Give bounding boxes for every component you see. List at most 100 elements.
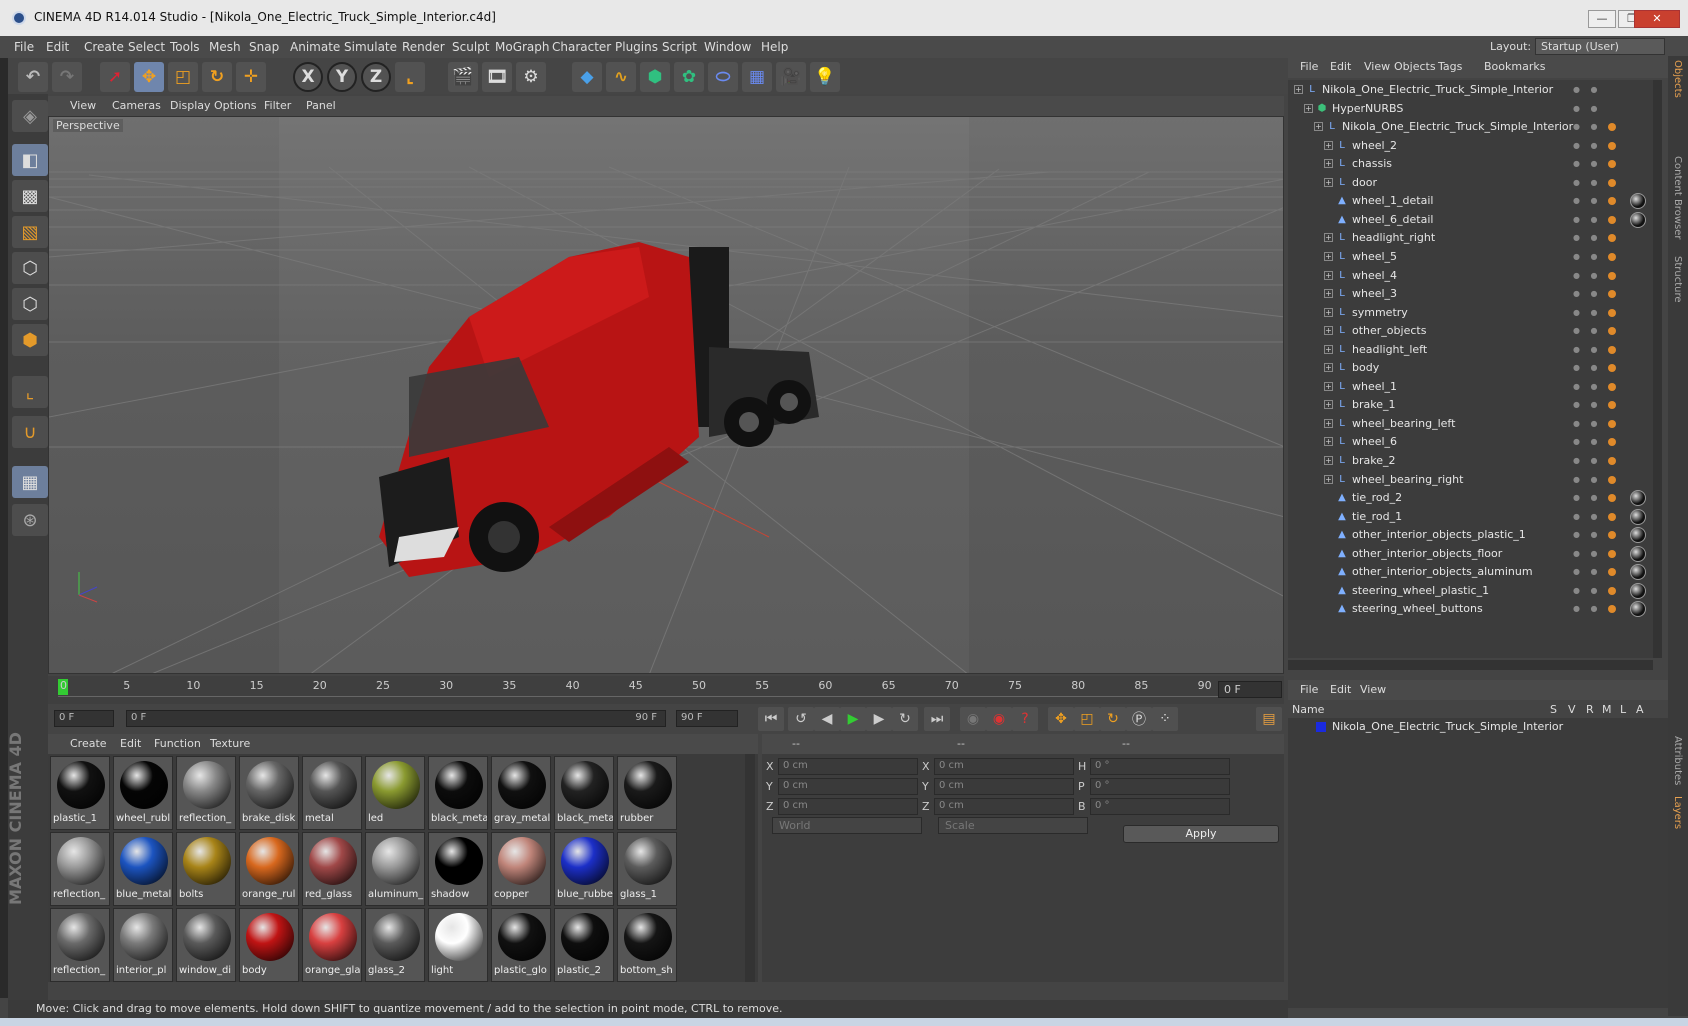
layer-menu-edit[interactable]: Edit xyxy=(1330,683,1351,696)
object-name[interactable]: steering_wheel_plastic_1 xyxy=(1352,584,1489,597)
menu-sculpt[interactable]: Sculpt xyxy=(452,40,489,54)
object-row[interactable]: ▲ other_interior_objects_plastic_1 ● ● xyxy=(1288,525,1653,545)
objects-menu-edit[interactable]: Edit xyxy=(1330,60,1351,73)
object-name[interactable]: tie_rod_2 xyxy=(1352,491,1402,504)
object-name[interactable]: chassis xyxy=(1352,157,1392,170)
material-swatch[interactable]: red_glass xyxy=(302,832,362,906)
object-list-hscrollbar[interactable] xyxy=(1288,660,1653,670)
visibility-dots[interactable]: ● ● xyxy=(1573,159,1602,168)
object-row[interactable]: + Lother_objects ● ● xyxy=(1288,321,1653,341)
expand-toggle-icon[interactable]: + xyxy=(1324,400,1333,410)
redo-icon[interactable]: ↷ xyxy=(52,62,82,92)
visibility-dots[interactable]: ● ● xyxy=(1573,196,1602,205)
expand-toggle-icon[interactable]: + xyxy=(1324,344,1333,354)
material-swatch[interactable]: reflection_ xyxy=(176,756,236,830)
object-row[interactable]: ▲ wheel_6_detail ● ● xyxy=(1288,210,1653,230)
rotate-icon[interactable]: ↻ xyxy=(202,62,232,92)
visibility-dots[interactable]: ● ● xyxy=(1573,326,1602,335)
menu-script[interactable]: Script xyxy=(662,40,697,54)
object-name[interactable]: other_interior_objects_plastic_1 xyxy=(1352,528,1526,541)
material-tag-icon[interactable] xyxy=(1630,193,1646,210)
texture-mode-icon[interactable]: ▩ xyxy=(12,180,48,212)
object-name[interactable]: wheel_2 xyxy=(1352,139,1397,152)
scale-icon[interactable]: ◰ xyxy=(168,62,198,92)
object-row[interactable]: + Lwheel_3 ● ● xyxy=(1288,284,1653,304)
phong-tag-icon[interactable] xyxy=(1608,290,1616,299)
material-swatch[interactable]: blue_metal xyxy=(113,832,173,906)
key-parameter-icon[interactable]: Ⓟ xyxy=(1126,707,1152,731)
render-settings-icon[interactable]: ⚙ xyxy=(516,62,546,92)
expand-toggle-icon[interactable]: + xyxy=(1324,140,1333,150)
z-axis-lock-icon[interactable]: Z xyxy=(361,62,391,92)
viewport-menu-view[interactable]: View xyxy=(70,99,96,112)
visibility-dots[interactable]: ● ● xyxy=(1573,437,1602,446)
phong-tag-icon[interactable] xyxy=(1608,252,1616,261)
object-name[interactable]: wheel_5 xyxy=(1352,250,1397,263)
object-row[interactable]: ▲ other_interior_objects_aluminum ● ● xyxy=(1288,562,1653,582)
phong-tag-icon[interactable] xyxy=(1608,271,1616,280)
object-name[interactable]: wheel_bearing_left xyxy=(1352,417,1455,430)
visibility-dots[interactable]: ● ● xyxy=(1573,178,1602,187)
object-row[interactable]: ▲ steering_wheel_buttons ● ● xyxy=(1288,599,1653,619)
coord-value-field[interactable]: 0 cm xyxy=(778,778,918,795)
phong-tag-icon[interactable] xyxy=(1608,234,1616,243)
close-button[interactable]: ✕ xyxy=(1634,10,1680,28)
menu-snap[interactable]: Snap xyxy=(249,40,279,54)
material-tag-icon[interactable] xyxy=(1630,508,1646,525)
material-swatch[interactable]: reflection_ xyxy=(50,908,110,982)
visibility-dots[interactable]: ● ● xyxy=(1573,215,1602,224)
material-swatch[interactable]: reflection_ xyxy=(50,832,110,906)
object-row[interactable]: + Lbrake_1 ● ● xyxy=(1288,395,1653,415)
keyframe-selection-icon[interactable]: ? xyxy=(1012,707,1038,731)
menu-plugins[interactable]: Plugins xyxy=(615,40,658,54)
next-frame-icon[interactable]: ▶ xyxy=(866,707,892,731)
objects-menu-objects[interactable]: Objects xyxy=(1394,60,1436,73)
phong-tag-icon[interactable] xyxy=(1608,382,1616,391)
object-name[interactable]: tie_rod_1 xyxy=(1352,510,1402,523)
visibility-dots[interactable]: ● ● xyxy=(1573,233,1602,242)
floor-icon[interactable]: ▦ xyxy=(742,62,772,92)
objects-menu-bookmarks[interactable]: Bookmarks xyxy=(1484,60,1545,73)
side-tab-layers[interactable]: Layers xyxy=(1672,796,1683,829)
coord-value-field[interactable]: 0 cm xyxy=(778,758,918,775)
object-name[interactable]: Nikola_One_Electric_Truck_Simple_Interio… xyxy=(1322,83,1553,96)
visibility-dots[interactable]: ● ● xyxy=(1573,104,1602,113)
render-picture-viewer-icon[interactable]: 🎞 xyxy=(482,62,512,92)
object-row[interactable]: + Lheadlight_left ● ● xyxy=(1288,340,1653,360)
menu-create[interactable]: Create xyxy=(84,40,124,54)
object-row[interactable]: + Lwheel_1 ● ● xyxy=(1288,377,1653,397)
phong-tag-icon[interactable] xyxy=(1608,531,1616,540)
coord-value-field[interactable]: 0 cm xyxy=(778,798,918,815)
menu-edit[interactable]: Edit xyxy=(46,40,69,54)
object-list-scrollbar[interactable] xyxy=(1653,80,1662,658)
material-menu-create[interactable]: Create xyxy=(70,737,107,750)
axis-mode-icon[interactable]: ⌞ xyxy=(12,376,48,408)
object-name[interactable]: other_objects xyxy=(1352,324,1426,337)
coord-value-field[interactable]: 0 cm xyxy=(934,798,1074,815)
phong-tag-icon[interactable] xyxy=(1608,512,1616,521)
viewport-menu-display[interactable]: Display xyxy=(170,99,211,112)
phong-tag-icon[interactable] xyxy=(1608,160,1616,169)
phong-tag-icon[interactable] xyxy=(1608,457,1616,465)
object-row[interactable]: ▲ other_interior_objects_floor ● ● xyxy=(1288,544,1653,564)
object-name[interactable]: body xyxy=(1352,361,1379,374)
phong-tag-icon[interactable] xyxy=(1608,364,1616,373)
visibility-dots[interactable]: ● ● xyxy=(1573,530,1602,539)
material-swatch[interactable]: wheel_rubl xyxy=(113,756,173,830)
expand-toggle-icon[interactable]: + xyxy=(1324,251,1333,261)
phong-tag-icon[interactable] xyxy=(1608,475,1616,484)
material-swatch[interactable]: metal xyxy=(302,756,362,830)
visibility-dots[interactable]: ● ● xyxy=(1573,271,1602,280)
menu-mesh[interactable]: Mesh xyxy=(209,40,241,54)
undo-icon[interactable]: ↶ xyxy=(18,62,48,92)
menu-animate[interactable]: Animate xyxy=(290,40,340,54)
visibility-dots[interactable]: ● ● xyxy=(1573,345,1602,354)
go-to-end-icon[interactable]: ⏭ xyxy=(924,707,950,731)
material-tag-icon[interactable] xyxy=(1630,545,1646,562)
current-frame-field[interactable]: 0 F xyxy=(1218,681,1282,698)
x-axis-lock-icon[interactable]: X xyxy=(293,62,323,92)
coord-value-field[interactable]: 0 ° xyxy=(1090,778,1230,795)
object-name[interactable]: symmetry xyxy=(1352,306,1408,319)
expand-toggle-icon[interactable]: + xyxy=(1324,474,1333,484)
viewport-menu-filter[interactable]: Filter xyxy=(264,99,291,112)
